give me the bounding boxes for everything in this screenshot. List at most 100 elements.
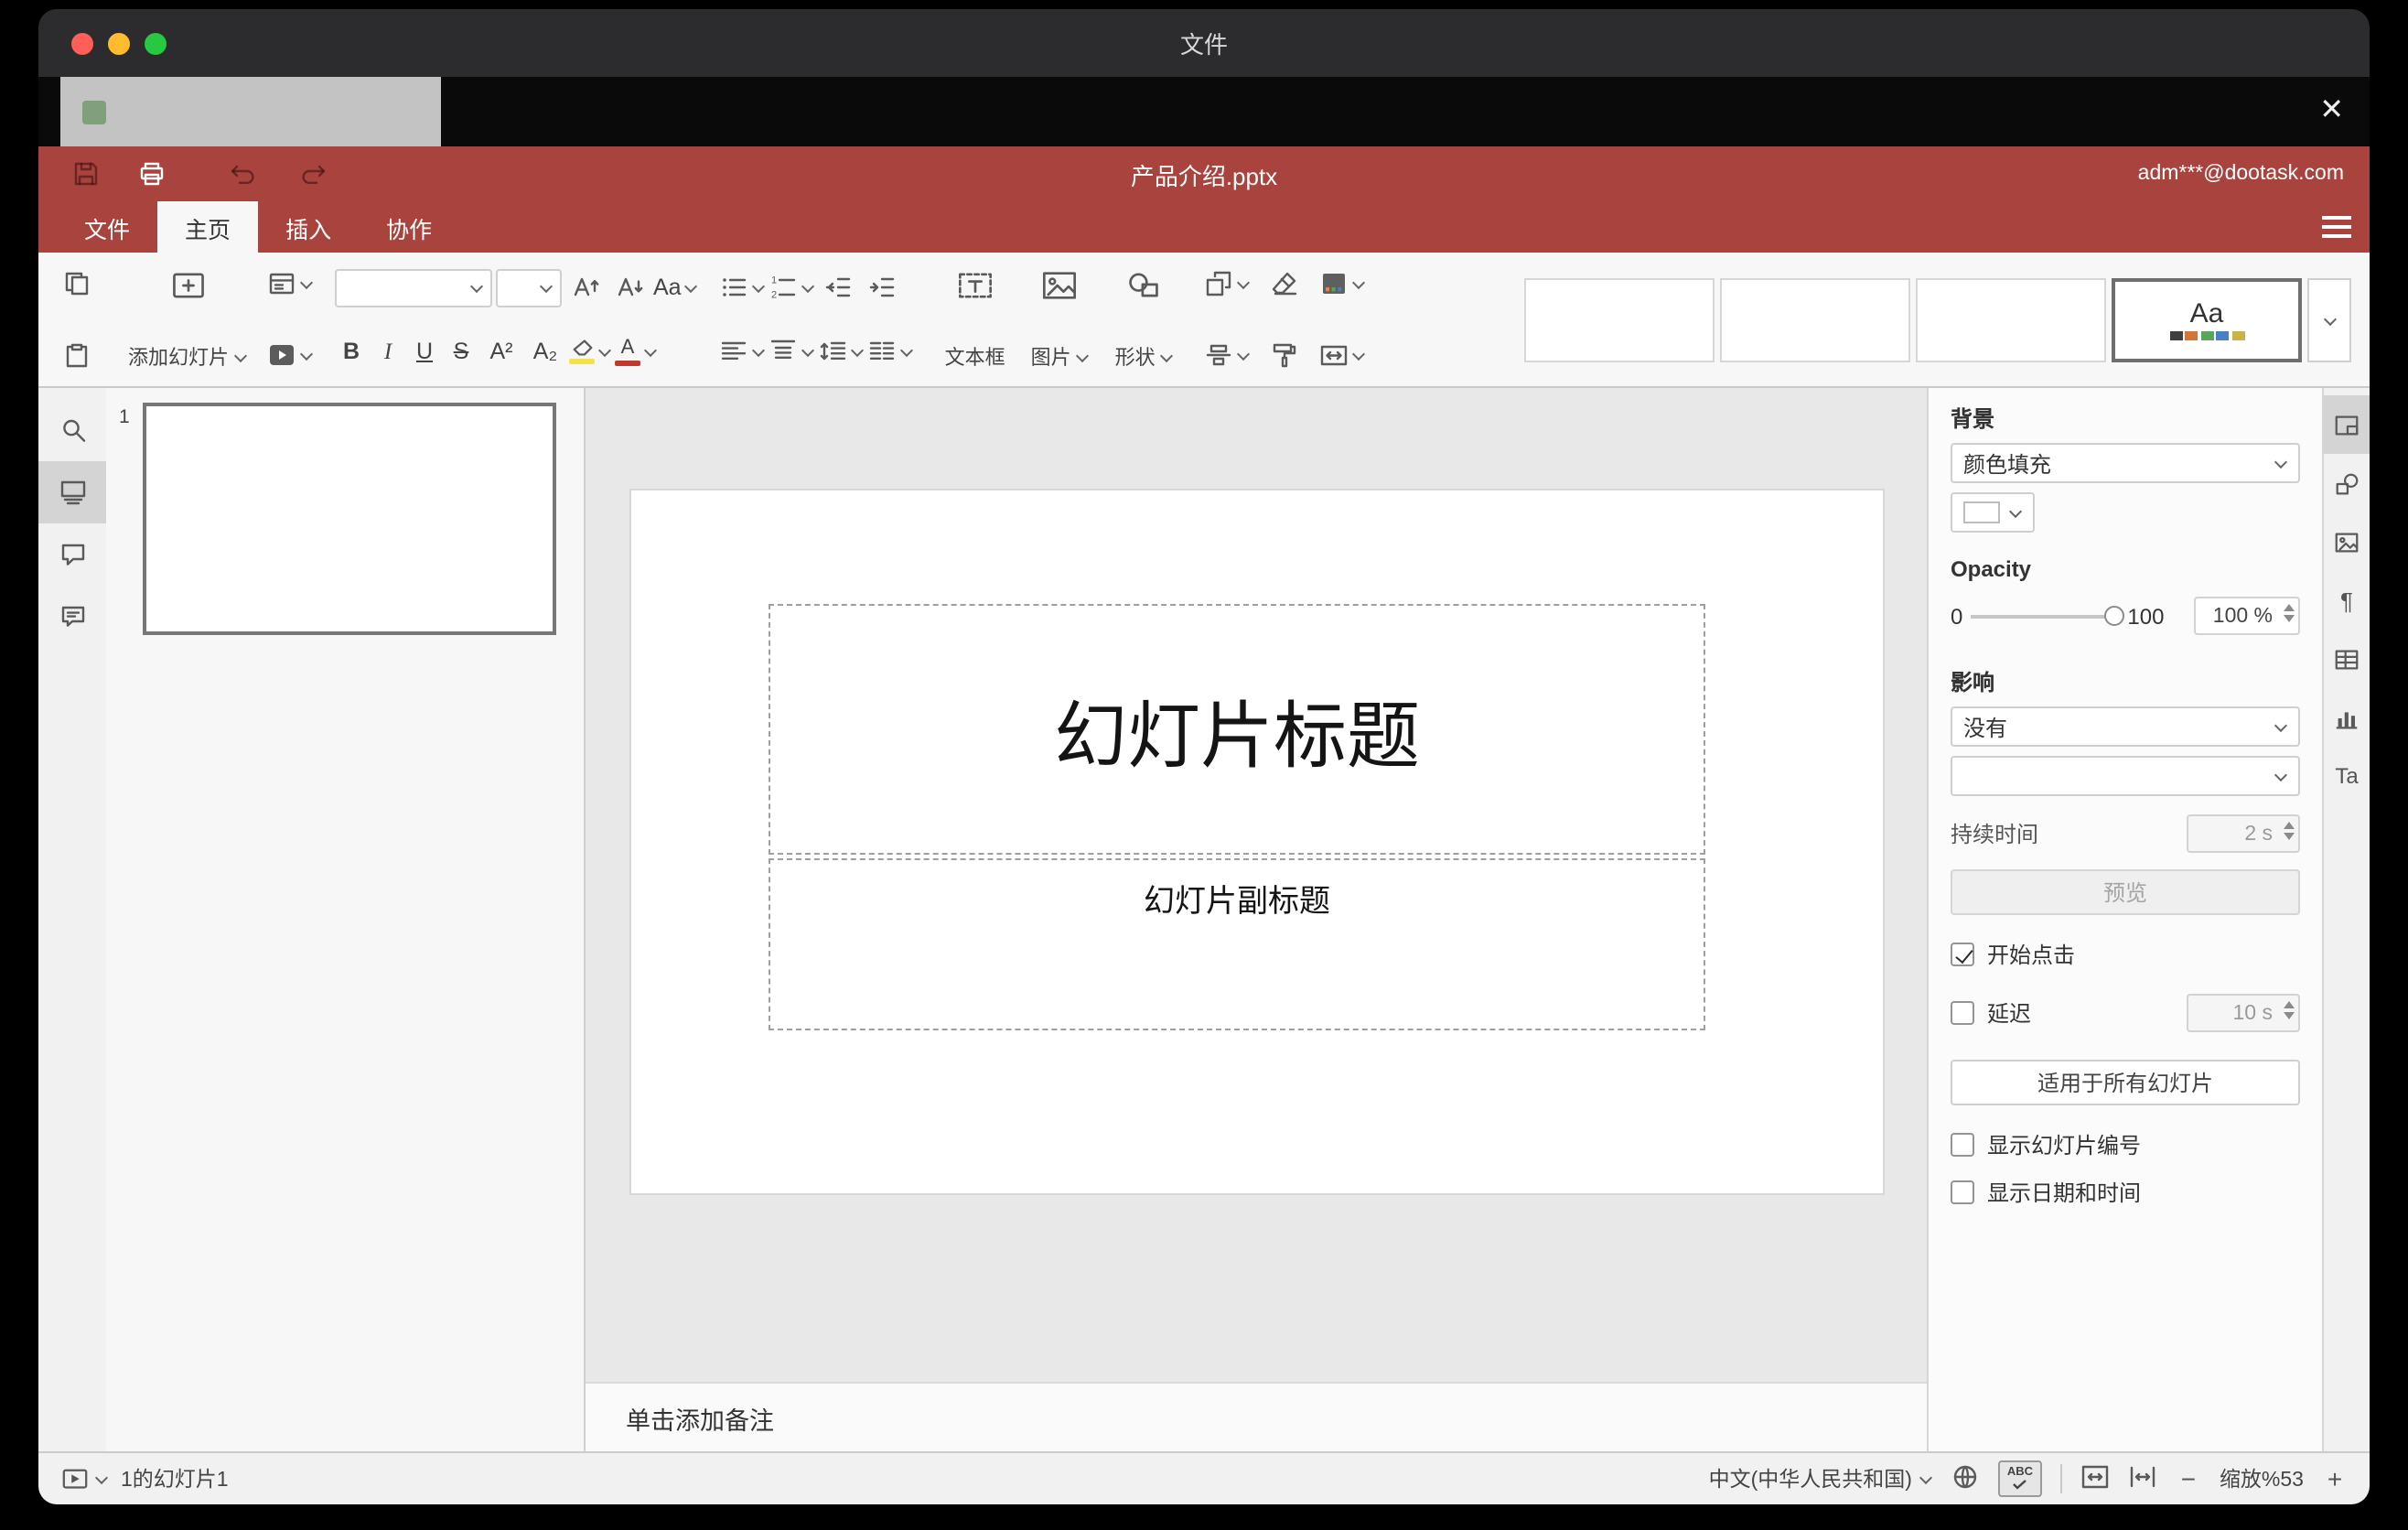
- image-settings-button[interactable]: [2324, 512, 2370, 571]
- theme-color-strip: [2169, 330, 2244, 339]
- start-on-click-checkbox[interactable]: [1951, 943, 1974, 966]
- slide-settings-button[interactable]: [2324, 395, 2370, 454]
- opacity-slider-knob[interactable]: [2103, 605, 2124, 625]
- font-name-select[interactable]: [335, 268, 492, 307]
- paragraph-settings-button[interactable]: ¶: [2324, 571, 2370, 630]
- highlight-icon: [572, 339, 592, 356]
- clear-style-button[interactable]: [1265, 262, 1306, 306]
- slide-subtitle-placeholder[interactable]: 幻灯片副标题: [769, 858, 1705, 1030]
- chat-icon: [60, 606, 84, 627]
- notes-area[interactable]: 单击添加备注: [586, 1382, 1927, 1451]
- background-color-select[interactable]: [1951, 492, 2035, 533]
- stepper-icon[interactable]: [2284, 604, 2295, 622]
- textbox-button[interactable]: 文本框: [936, 262, 1015, 377]
- effect-select[interactable]: 没有: [1951, 706, 2300, 747]
- tab-insert[interactable]: 插入: [258, 201, 359, 253]
- chat-panel-button[interactable]: [38, 586, 106, 648]
- apply-all-button[interactable]: 适用于所有幻灯片: [1951, 1060, 2300, 1105]
- chart-settings-button[interactable]: [2324, 688, 2370, 747]
- print-button[interactable]: [130, 154, 174, 194]
- language-select[interactable]: 中文(中华人民共和国): [1709, 1464, 1932, 1493]
- opacity-slider[interactable]: [1970, 605, 2124, 625]
- spellcheck-button[interactable]: ABC: [1997, 1460, 2042, 1497]
- numbering-button[interactable]: 12: [769, 265, 815, 309]
- decrease-indent-button[interactable]: [819, 265, 859, 309]
- minimize-traffic-button[interactable]: [108, 32, 130, 54]
- slide-canvas: 幻灯片标题 幻灯片副标题: [586, 388, 1927, 1382]
- zoom-out-button[interactable]: −: [2176, 1464, 2201, 1493]
- zoom-in-button[interactable]: +: [2322, 1464, 2348, 1493]
- maximize-traffic-button[interactable]: [145, 32, 167, 54]
- bold-button[interactable]: B: [335, 329, 368, 373]
- insert-image-button[interactable]: 图片: [1022, 262, 1099, 377]
- theme-tile[interactable]: [1916, 277, 2106, 361]
- redo-button[interactable]: [291, 154, 335, 194]
- show-date-checkbox[interactable]: [1951, 1180, 1974, 1204]
- paste-button[interactable]: [57, 333, 97, 377]
- fit-slide-button[interactable]: [2080, 1461, 2110, 1496]
- table-settings-button[interactable]: [2324, 630, 2370, 688]
- effect-value: 没有: [1963, 715, 2008, 740]
- change-case-button[interactable]: Aa: [653, 265, 698, 309]
- start-slideshow-status-button[interactable]: [60, 1465, 108, 1492]
- undo-button[interactable]: [221, 154, 265, 194]
- add-slide-button[interactable]: 添加幻灯片: [119, 262, 256, 377]
- slide-size-button[interactable]: [1320, 333, 1366, 377]
- slide-thumbnail[interactable]: [143, 403, 556, 635]
- effect-type-select[interactable]: [1951, 756, 2300, 796]
- start-slideshow-button[interactable]: [267, 333, 313, 377]
- close-traffic-button[interactable]: [71, 32, 93, 54]
- horizontal-align-button[interactable]: [720, 329, 766, 373]
- color-scheme-button[interactable]: [1320, 262, 1366, 306]
- slide[interactable]: 幻灯片标题 幻灯片副标题: [631, 490, 1883, 1193]
- copy-style-button[interactable]: [1265, 333, 1306, 377]
- insert-shape-button[interactable]: 形状: [1106, 262, 1183, 377]
- delay-checkbox[interactable]: [1951, 1001, 1974, 1025]
- highlight-color-button[interactable]: [569, 329, 611, 373]
- comment-icon: [60, 544, 84, 566]
- underline-button[interactable]: U: [408, 329, 441, 373]
- superscript-button[interactable]: A²: [481, 329, 521, 373]
- tab-home[interactable]: 主页: [157, 201, 259, 253]
- tab-file[interactable]: 文件: [57, 201, 157, 253]
- font-color-button[interactable]: A: [615, 329, 657, 373]
- copy-button[interactable]: [57, 262, 97, 306]
- stepper-icon[interactable]: [2284, 1001, 2295, 1019]
- chevron-down-icon: [598, 346, 611, 357]
- preview-button[interactable]: 预览: [1951, 869, 2300, 915]
- textart-settings-button[interactable]: Ta: [2324, 747, 2370, 805]
- columns-button[interactable]: [868, 329, 914, 373]
- line-spacing-button[interactable]: [819, 329, 865, 373]
- align-shapes-button[interactable]: [1205, 333, 1251, 377]
- subscript-button[interactable]: A₂: [525, 329, 565, 373]
- hamburger-menu-icon[interactable]: [2322, 216, 2351, 238]
- comments-panel-button[interactable]: [38, 523, 106, 586]
- slide-settings-icon: [2335, 415, 2359, 435]
- save-button[interactable]: [64, 154, 108, 194]
- search-panel-button[interactable]: [38, 399, 106, 461]
- theme-tile-selected[interactable]: Aa: [2112, 277, 2302, 361]
- stepper-icon[interactable]: [2284, 822, 2295, 840]
- strikethrough-button[interactable]: S: [445, 329, 478, 373]
- bullets-button[interactable]: [720, 265, 766, 309]
- font-size-select[interactable]: [496, 268, 562, 307]
- close-icon[interactable]: ✕: [2319, 96, 2344, 126]
- theme-gallery-expand-button[interactable]: [2307, 277, 2351, 361]
- vertical-align-button[interactable]: [769, 329, 815, 373]
- increase-indent-button[interactable]: [863, 265, 903, 309]
- show-slide-number-checkbox[interactable]: [1951, 1133, 1974, 1157]
- fit-width-button[interactable]: [2128, 1461, 2157, 1496]
- slide-title-placeholder[interactable]: 幻灯片标题: [769, 604, 1705, 855]
- slide-layout-button[interactable]: [267, 262, 313, 306]
- slides-panel-button[interactable]: [38, 461, 106, 523]
- theme-tile[interactable]: [1720, 277, 1910, 361]
- set-language-button[interactable]: [1951, 1461, 1980, 1496]
- increase-font-button[interactable]: [565, 265, 606, 309]
- shape-settings-button[interactable]: [2324, 454, 2370, 512]
- background-fill-select[interactable]: 颜色填充: [1951, 443, 2300, 483]
- arrange-button[interactable]: [1205, 262, 1251, 306]
- theme-tile[interactable]: [1524, 277, 1715, 361]
- tab-collaboration[interactable]: 协作: [359, 201, 459, 253]
- decrease-font-button[interactable]: [609, 265, 650, 309]
- italic-button[interactable]: I: [371, 329, 404, 373]
